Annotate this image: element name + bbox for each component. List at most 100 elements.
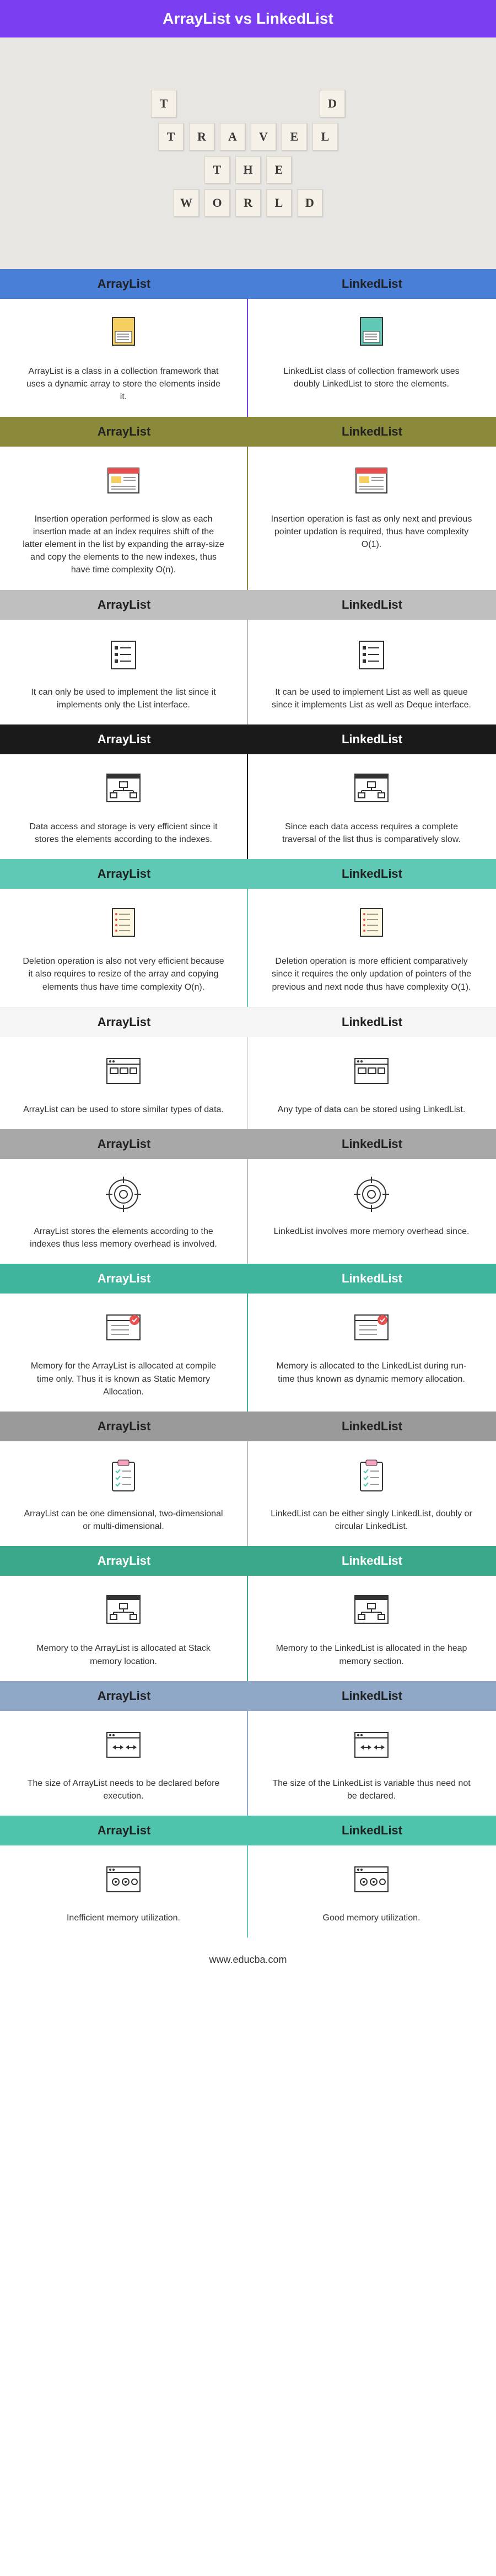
comparison-icon [349, 312, 393, 356]
hero-image: T D TRAVEL THE WORLD [0, 37, 496, 269]
comparison-icon [349, 1050, 393, 1094]
header-left: ArrayList [0, 1007, 248, 1037]
comparison-icon [349, 633, 393, 677]
cell-text: The size of the LinkedList is variable t… [270, 1777, 473, 1802]
cell-left: Data access and storage is very efficien… [0, 754, 248, 859]
comparison-icon [101, 1589, 145, 1633]
cell-left: Deletion operation is also not very effi… [0, 889, 248, 1007]
comparison-row: ArrayList is a class in a collection fra… [0, 299, 496, 417]
scrabble-tile: L [312, 123, 338, 151]
cell-text: It can be used to implement List as well… [270, 686, 473, 711]
cell-right: LinkedList class of collection framework… [248, 299, 496, 417]
header-right: LinkedList [248, 1816, 496, 1845]
cell-text: ArrayList can be one dimensional, two-di… [22, 1507, 225, 1533]
cell-right: Insertion operation is fast as only next… [248, 447, 496, 590]
scrabble-tile: E [282, 123, 307, 151]
header-left: ArrayList [0, 1412, 248, 1441]
comparison-icon [101, 1455, 145, 1499]
comparison-header: ArrayListLinkedList [0, 1681, 496, 1711]
cell-left: ArrayList is a class in a collection fra… [0, 299, 248, 417]
comparison-icon [101, 902, 145, 946]
cell-right: Since each data access requires a comple… [248, 754, 496, 859]
comparison-icon [349, 1724, 393, 1768]
cell-text: LinkedList can be either singly LinkedLi… [270, 1507, 473, 1533]
comparison-icon [101, 1172, 145, 1216]
header-left: ArrayList [0, 1816, 248, 1845]
cell-left: ArrayList stores the elements according … [0, 1159, 248, 1264]
comparison-header: ArrayListLinkedList [0, 1264, 496, 1294]
header-left: ArrayList [0, 590, 248, 620]
comparison-header: ArrayListLinkedList [0, 417, 496, 447]
comparison-row: ArrayList can be used to store similar t… [0, 1037, 496, 1129]
header-right: LinkedList [248, 724, 496, 754]
cell-text: Since each data access requires a comple… [270, 820, 473, 846]
scrabble-tile: R [235, 189, 261, 217]
cell-left: It can only be used to implement the lis… [0, 620, 248, 724]
scrabble-tile: E [266, 156, 292, 184]
cell-left: Memory to the ArrayList is allocated at … [0, 1576, 248, 1681]
cell-left: The size of ArrayList needs to be declar… [0, 1711, 248, 1816]
comparison-icon [101, 1307, 145, 1351]
cell-right: LinkedList involves more memory overhead… [248, 1159, 496, 1264]
comparison-row: It can only be used to implement the lis… [0, 620, 496, 724]
comparison-icon [101, 1859, 145, 1903]
cell-text: It can only be used to implement the lis… [22, 686, 225, 711]
cell-text: Memory for the ArrayList is allocated at… [22, 1360, 225, 1398]
cell-text: ArrayList can be used to store similar t… [22, 1103, 225, 1116]
cell-text: LinkedList involves more memory overhead… [270, 1225, 473, 1238]
comparison-header: ArrayListLinkedList [0, 724, 496, 754]
comparison-header: ArrayListLinkedList [0, 1007, 496, 1037]
header-right: LinkedList [248, 1129, 496, 1159]
comparison-icon [349, 1172, 393, 1216]
tile-row-3: THE [204, 156, 292, 184]
scrabble-tile: W [174, 189, 199, 217]
cell-text: Deletion operation is more efficient com… [270, 955, 473, 994]
cell-right: The size of the LinkedList is variable t… [248, 1711, 496, 1816]
comparison-row: Memory to the ArrayList is allocated at … [0, 1576, 496, 1681]
header-right: LinkedList [248, 269, 496, 299]
comparison-row: Memory for the ArrayList is allocated at… [0, 1294, 496, 1412]
cell-left: ArrayList can be used to store similar t… [0, 1037, 248, 1129]
cell-right: Memory to the LinkedList is allocated in… [248, 1576, 496, 1681]
scrabble-tile: R [189, 123, 214, 151]
comparison-icon [101, 768, 145, 812]
cell-left: Inefficient memory utilization. [0, 1845, 248, 1938]
scrabble-tile: L [266, 189, 292, 217]
header-right: LinkedList [248, 859, 496, 889]
tile-row-4: WORLD [174, 189, 322, 217]
comparison-icon [349, 1589, 393, 1633]
cell-text: Insertion operation performed is slow as… [22, 513, 225, 577]
header-left: ArrayList [0, 417, 248, 447]
cell-left: Memory for the ArrayList is allocated at… [0, 1294, 248, 1412]
scrabble-tile: T [204, 156, 230, 184]
cell-right: It can be used to implement List as well… [248, 620, 496, 724]
comparison-icon [349, 1859, 393, 1903]
scrabble-tile: T [151, 90, 176, 117]
cell-right: Good memory utilization. [248, 1845, 496, 1938]
header-right: LinkedList [248, 1412, 496, 1441]
infographic-container: ArrayList vs LinkedList T D TRAVEL THE WO… [0, 0, 496, 1988]
scrabble-tile: O [204, 189, 230, 217]
comparison-icon [349, 902, 393, 946]
cell-right: Deletion operation is more efficient com… [248, 889, 496, 1007]
cell-right: LinkedList can be either singly LinkedLi… [248, 1441, 496, 1546]
comparison-row: ArrayList can be one dimensional, two-di… [0, 1441, 496, 1546]
comparison-icon [349, 1455, 393, 1499]
scrabble-tile: D [320, 90, 345, 117]
header-right: LinkedList [248, 1546, 496, 1576]
cell-text: Any type of data can be stored using Lin… [270, 1103, 473, 1116]
scrabble-tile: V [251, 123, 276, 151]
header-left: ArrayList [0, 1264, 248, 1294]
cell-text: Memory is allocated to the LinkedList du… [270, 1360, 473, 1385]
footer-url: www.educba.com [0, 1938, 496, 1988]
header-right: LinkedList [248, 590, 496, 620]
tile-row-2: TRAVEL [158, 123, 338, 151]
comparison-row: ArrayList stores the elements according … [0, 1159, 496, 1264]
header-right: LinkedList [248, 1681, 496, 1711]
header-left: ArrayList [0, 724, 248, 754]
cell-text: Insertion operation is fast as only next… [270, 513, 473, 551]
header-right: LinkedList [248, 417, 496, 447]
comparison-icon [101, 633, 145, 677]
comparison-icon [101, 460, 145, 504]
page-title: ArrayList vs LinkedList [0, 0, 496, 37]
